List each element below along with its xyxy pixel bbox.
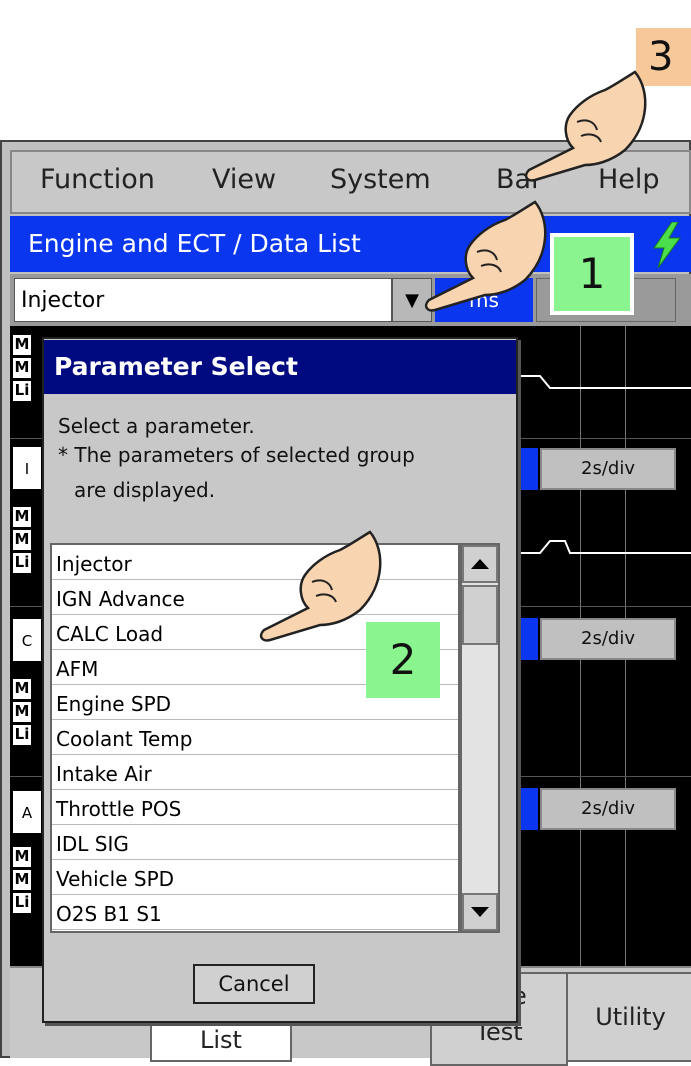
- list-item[interactable]: Vehicle SPD: [52, 860, 458, 895]
- time-div-button[interactable]: 2s/div: [540, 618, 676, 660]
- channel-color-strip: [518, 448, 538, 490]
- tab-utility[interactable]: Utility: [566, 972, 691, 1062]
- scroll-down-button[interactable]: [462, 893, 498, 931]
- menu-system[interactable]: System: [330, 164, 431, 195]
- side-label: I: [12, 446, 42, 490]
- list-item[interactable]: IDL SIG: [52, 825, 458, 860]
- side-label: Li: [12, 892, 32, 914]
- arrow-up-icon: [471, 559, 489, 569]
- side-label: M: [12, 334, 32, 356]
- side-label: Li: [12, 552, 32, 574]
- pointing-hand-icon: [524, 70, 647, 182]
- dialog-title: Parameter Select: [44, 340, 516, 394]
- list-item[interactable]: Throttle POS: [52, 790, 458, 825]
- side-label: M: [12, 846, 32, 868]
- dialog-message: Select a parameter.: [58, 414, 255, 438]
- side-label: C: [12, 618, 42, 662]
- pointing-hand-icon: [259, 530, 382, 642]
- annotation-badge-1: 1: [550, 233, 634, 315]
- dialog-message: are displayed.: [74, 478, 216, 502]
- side-label: A: [12, 790, 42, 834]
- list-item[interactable]: Coolant Temp: [52, 720, 458, 755]
- side-label: M: [12, 357, 32, 379]
- scroll-up-button[interactable]: [462, 545, 498, 583]
- waveform-trace: [510, 540, 691, 554]
- scroll-thumb[interactable]: [462, 585, 498, 645]
- pointing-hand-icon: [424, 200, 547, 312]
- channel-color-strip: [518, 618, 538, 660]
- side-label: Li: [12, 724, 32, 746]
- list-item[interactable]: O2S B1 S1: [52, 895, 458, 930]
- side-label: M: [12, 529, 32, 551]
- channel-color-strip: [518, 788, 538, 830]
- menu-function[interactable]: Function: [40, 164, 155, 195]
- dialog-message: * The parameters of selected group: [58, 443, 415, 467]
- arrow-down-icon: [471, 907, 489, 917]
- cancel-button[interactable]: Cancel: [193, 964, 315, 1004]
- lightning-icon: [653, 222, 681, 268]
- parameter-combo[interactable]: Injector: [14, 278, 392, 322]
- side-label: M: [12, 506, 32, 528]
- side-label: M: [12, 869, 32, 891]
- side-label: M: [12, 701, 32, 723]
- waveform-trace: [510, 375, 691, 389]
- list-item[interactable]: Intake Air: [52, 755, 458, 790]
- tab-data-list[interactable]: List: [150, 1018, 292, 1062]
- time-div-button[interactable]: 2s/div: [540, 448, 676, 490]
- side-label: M: [12, 678, 32, 700]
- side-label: Li: [12, 380, 32, 402]
- menu-view[interactable]: View: [212, 164, 276, 195]
- time-div-button[interactable]: 2s/div: [540, 788, 676, 830]
